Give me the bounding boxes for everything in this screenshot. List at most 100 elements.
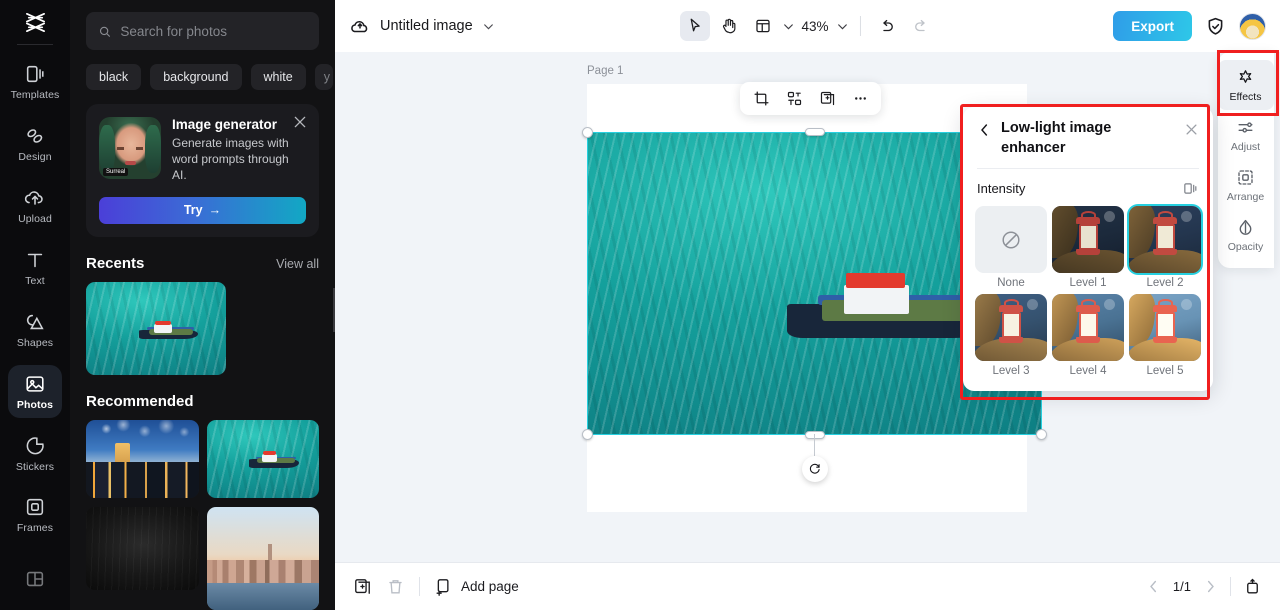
left-nav-rail: Templates Design Upload Text Shapes Phot… <box>0 0 70 610</box>
toolbar-divider <box>1230 577 1231 596</box>
low-light-enhancer-panel: Low-light image enhancer Intensity None … <box>963 107 1213 392</box>
sidebar-item-label: Templates <box>10 89 60 102</box>
tag-chip[interactable]: background <box>150 64 242 90</box>
sidebar-item-frames[interactable]: Frames <box>8 488 62 542</box>
no-effect-icon <box>1002 231 1020 249</box>
sidebar-item-upload[interactable]: Upload <box>8 179 62 233</box>
select-tool[interactable] <box>679 11 710 41</box>
bottom-toolbar: Add page 1/1 <box>335 562 1280 610</box>
intensity-option-level-4[interactable]: Level 4 <box>1051 294 1125 377</box>
promo-content: Surreal Image generator Generate images … <box>99 117 306 184</box>
tag-chip[interactable]: y <box>314 64 333 90</box>
sidebar-item-templates[interactable]: Templates <box>8 55 62 109</box>
trash-icon[interactable] <box>386 577 405 596</box>
arrow-right-icon: → <box>208 203 222 218</box>
sidebar-item-text[interactable]: Text <box>8 241 62 295</box>
layout-grid-icon[interactable] <box>8 552 62 606</box>
avatar[interactable] <box>1239 12 1266 40</box>
chevron-left-icon[interactable] <box>977 121 992 139</box>
intensity-option-none[interactable]: None <box>974 206 1048 289</box>
chevron-left-icon[interactable] <box>1146 579 1161 594</box>
intensity-option-level-5[interactable]: Level 5 <box>1128 294 1202 377</box>
photo-thumbnail-dark-chalkboard[interactable] <box>86 506 199 590</box>
remove-background-button[interactable] <box>780 85 808 112</box>
recommended-grid <box>70 410 335 610</box>
document-title[interactable]: Untitled image <box>380 18 473 34</box>
main-area: Untitled image 43% Export Page 1 Low-lig… <box>335 0 1280 610</box>
app-root: Templates Design Upload Text Shapes Phot… <box>0 0 1280 610</box>
compare-icon[interactable] <box>1182 180 1199 197</box>
image-generator-promo-card: Surreal Image generator Generate images … <box>86 104 319 237</box>
hand-tool[interactable] <box>713 11 743 41</box>
add-page-button[interactable]: Add page <box>434 577 519 596</box>
tag-chip[interactable]: black <box>86 64 142 90</box>
close-icon[interactable] <box>292 114 308 130</box>
tag-chip-row[interactable]: black background white y <box>70 50 335 90</box>
intensity-row: Intensity <box>963 169 1213 197</box>
chevron-down-icon[interactable] <box>482 20 495 33</box>
sidebar-item-label: Photos <box>16 398 54 411</box>
duplicate-page-icon[interactable] <box>353 577 372 596</box>
sidebar-item-shapes[interactable]: Shapes <box>8 303 62 357</box>
right-rail-item-adjust[interactable]: Adjust <box>1218 110 1274 160</box>
image-context-toolbar <box>740 82 881 115</box>
right-rail-item-effects[interactable]: Effects <box>1217 60 1274 110</box>
sidebar-item-design[interactable]: Design <box>8 117 62 171</box>
intensity-option-level-1[interactable]: Level 1 <box>1051 206 1125 289</box>
search-input-wrapper[interactable] <box>86 12 319 50</box>
more-options-button[interactable] <box>846 85 874 112</box>
view-layout-tool[interactable] <box>747 11 777 41</box>
right-rail-item-opacity[interactable]: Opacity <box>1218 210 1274 260</box>
canvas-area[interactable]: Page 1 Low-light image enhancer Intensit… <box>335 52 1280 562</box>
sidebar-item-stickers[interactable]: Stickers <box>8 426 62 480</box>
document-info: Untitled image <box>349 15 495 37</box>
intensity-thumbnail <box>1129 206 1201 274</box>
page-label: Page 1 <box>587 65 624 77</box>
canvas-tools: 43% <box>679 11 935 41</box>
sidebar-item-label: Design <box>18 151 52 164</box>
tag-chip[interactable]: white <box>250 64 306 90</box>
search-input[interactable] <box>120 23 307 39</box>
redo-button[interactable] <box>906 11 936 41</box>
intensity-option-label: Level 5 <box>1146 365 1184 378</box>
intensity-option-label: Level 4 <box>1069 365 1107 378</box>
export-button[interactable]: Export <box>1113 11 1192 41</box>
sidebar-item-label: Shapes <box>16 336 54 349</box>
view-layout-chevron-down-icon[interactable] <box>781 20 794 33</box>
crop-button[interactable] <box>747 85 775 112</box>
photos-panel: black background white y Surreal Image g… <box>70 0 335 610</box>
right-rail-item-label: Opacity <box>1227 240 1264 253</box>
right-rail-item-arrange[interactable]: Arrange <box>1218 160 1274 210</box>
sidebar-item-label: Frames <box>16 522 54 535</box>
zoom-level-value[interactable]: 43% <box>798 19 831 34</box>
photo-thumbnail-new-york-skyline[interactable] <box>206 506 319 610</box>
promo-try-button[interactable]: Try → <box>99 196 306 224</box>
page-navigation: 1/1 <box>1146 577 1262 596</box>
recents-list <box>70 272 335 375</box>
right-rail-item-label: Adjust <box>1230 140 1261 153</box>
intensity-thumbnail <box>975 294 1047 362</box>
close-icon[interactable] <box>1184 122 1199 137</box>
zoom-chevron-down-icon[interactable] <box>836 20 849 33</box>
shield-check-icon[interactable] <box>1205 16 1226 37</box>
intensity-option-label: Level 1 <box>1069 277 1107 290</box>
view-all-link[interactable]: View all <box>276 257 319 271</box>
sidebar-item-photos[interactable]: Photos <box>8 364 62 419</box>
section-title: Recommended <box>86 392 194 410</box>
photo-thumbnail-city-night-fireworks[interactable] <box>86 419 199 498</box>
chevron-right-icon[interactable] <box>1203 579 1218 594</box>
timeline-icon[interactable] <box>1243 577 1262 596</box>
cloud-icon[interactable] <box>349 15 371 37</box>
promo-subtitle: Generate images with word prompts throug… <box>172 136 289 183</box>
duplicate-button[interactable] <box>813 85 841 112</box>
capcut-logo-icon[interactable] <box>0 0 70 44</box>
intensity-option-level-2[interactable]: Level 2 <box>1128 206 1202 289</box>
promo-try-label: Try <box>183 203 203 218</box>
intensity-option-level-3[interactable]: Level 3 <box>974 294 1048 377</box>
photo-thumbnail-pilot-boat[interactable] <box>86 281 226 375</box>
panel-collapse-handle[interactable] <box>333 288 335 332</box>
top-toolbar: Untitled image 43% Export <box>335 0 1280 52</box>
search-section <box>70 0 335 50</box>
photo-thumbnail-pilot-boat[interactable] <box>206 419 319 498</box>
undo-button[interactable] <box>872 11 902 41</box>
